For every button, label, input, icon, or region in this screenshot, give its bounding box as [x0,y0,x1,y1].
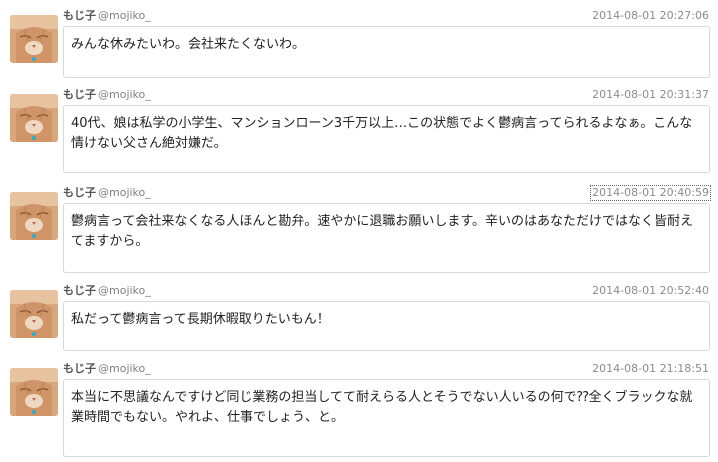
cat-avatar-icon [10,290,58,338]
avatar[interactable] [10,290,58,338]
user-handle[interactable]: @mojiko_ [98,88,151,102]
cat-avatar-icon [10,368,58,416]
timestamp[interactable]: 2014-08-01 20:52:40 [591,284,710,298]
cat-avatar-icon [10,15,58,63]
timestamp[interactable]: 2014-08-01 20:40:59 [590,185,711,201]
tweet-item: もじ子 @mojiko_ 2014-08-01 20:27:06 みんな休みたい… [0,9,718,81]
username[interactable]: もじ子 [63,186,96,200]
avatar[interactable] [10,15,58,63]
username[interactable]: もじ子 [63,284,96,298]
user-handle[interactable]: @mojiko_ [98,9,151,23]
avatar[interactable] [10,368,58,416]
tweet-text: みんな休みたいわ。会社来たくないわ。 [63,26,710,78]
tweet-text: 鬱病言って会社来なくなる人ほんと勘弁。速やかに退職お願いします。辛いのはあなただ… [63,203,710,273]
avatar[interactable] [10,192,58,240]
avatar[interactable] [10,94,58,142]
username[interactable]: もじ子 [63,88,96,102]
tweet-text: 本当に不思議なんですけど同じ業務の担当してて耐えらる人とそうでない人いるの何で⁇… [63,379,710,457]
timestamp[interactable]: 2014-08-01 21:18:51 [591,362,710,376]
cat-avatar-icon [10,94,58,142]
tweet-item: もじ子 @mojiko_ 2014-08-01 21:18:51 本当に不思議な… [0,362,718,460]
timestamp[interactable]: 2014-08-01 20:27:06 [591,9,710,23]
timeline-feed: もじ子 @mojiko_ 2014-08-01 20:27:06 みんな休みたい… [0,0,718,462]
user-handle[interactable]: @mojiko_ [98,362,151,376]
timestamp[interactable]: 2014-08-01 20:31:37 [591,88,710,102]
user-handle[interactable]: @mojiko_ [98,284,151,298]
tweet-item: もじ子 @mojiko_ 2014-08-01 20:52:40 私だって鬱病言… [0,284,718,354]
username[interactable]: もじ子 [63,362,96,376]
tweet-item: もじ子 @mojiko_ 2014-08-01 20:40:59 鬱病言って会社… [0,185,718,276]
user-handle[interactable]: @mojiko_ [98,186,151,200]
tweet-text: 40代、娘は私学の小学生、マンションローン3千万以上…この状態でよく鬱病言ってら… [63,105,710,173]
username[interactable]: もじ子 [63,9,96,23]
tweet-item: もじ子 @mojiko_ 2014-08-01 20:31:37 40代、娘は私… [0,88,718,178]
tweet-text: 私だって鬱病言って長期休暇取りたいもん！ [63,301,710,351]
cat-avatar-icon [10,192,58,240]
